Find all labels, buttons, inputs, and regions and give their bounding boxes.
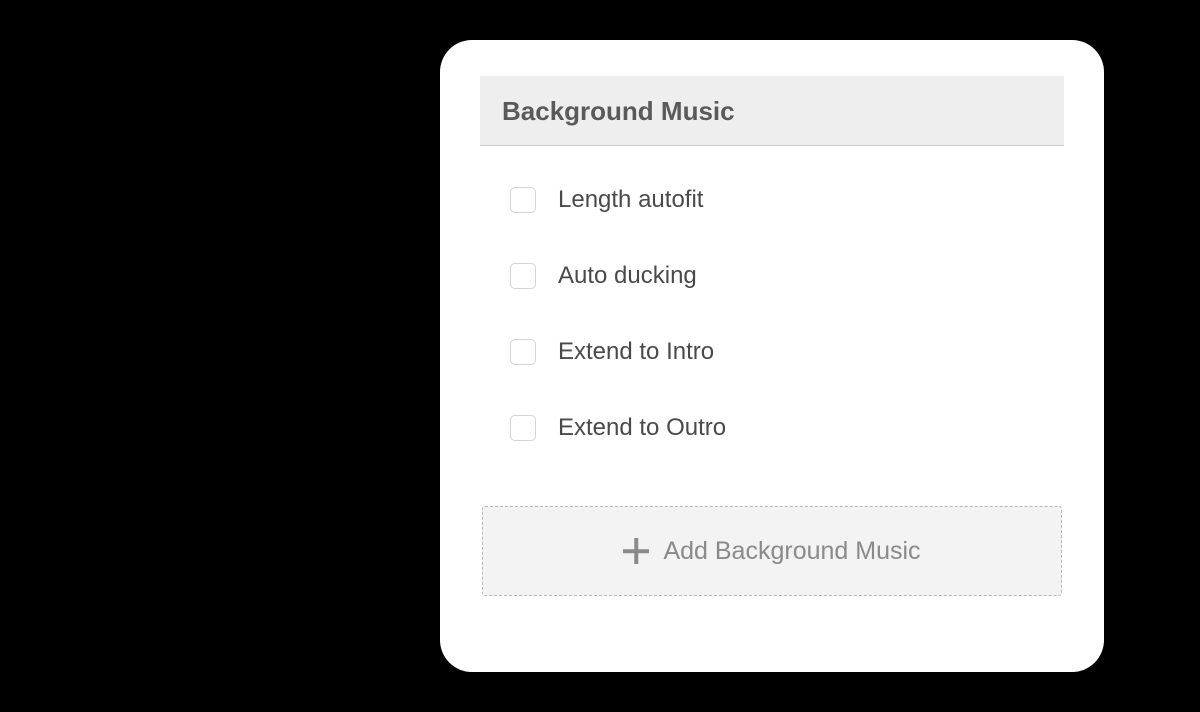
add-button-label: Add Background Music (663, 537, 920, 566)
option-extend-outro: Extend to Outro (510, 414, 1034, 442)
background-music-panel: Background Music Length autofit Auto duc… (440, 40, 1104, 672)
section-title: Background Music (502, 96, 1042, 127)
plus-icon (623, 538, 649, 564)
checkbox-extend-intro[interactable] (510, 339, 536, 365)
add-background-music-button[interactable]: Add Background Music (482, 506, 1062, 596)
option-length-autofit: Length autofit (510, 186, 1034, 214)
checkbox-auto-ducking[interactable] (510, 263, 536, 289)
checkbox-label: Length autofit (558, 186, 703, 214)
checkbox-extend-outro[interactable] (510, 415, 536, 441)
options-list: Length autofit Auto ducking Extend to In… (480, 146, 1064, 500)
section-header: Background Music (480, 76, 1064, 146)
option-extend-intro: Extend to Intro (510, 338, 1034, 366)
checkbox-length-autofit[interactable] (510, 187, 536, 213)
checkbox-label: Extend to Intro (558, 338, 714, 366)
checkbox-label: Auto ducking (558, 262, 697, 290)
option-auto-ducking: Auto ducking (510, 262, 1034, 290)
checkbox-label: Extend to Outro (558, 414, 726, 442)
